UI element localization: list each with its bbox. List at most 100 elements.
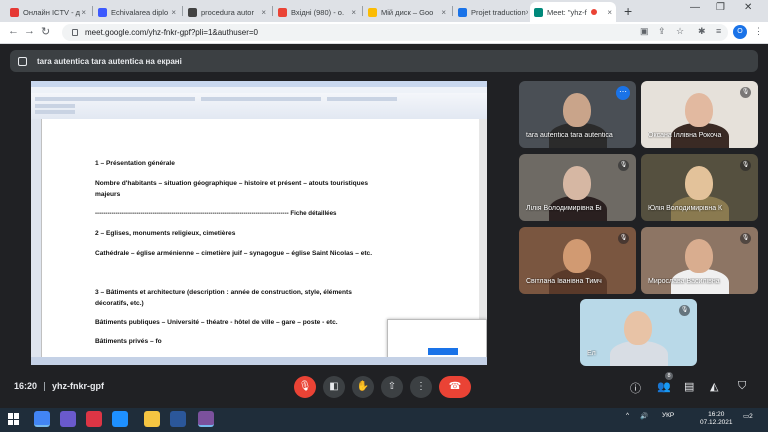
participant-tile[interactable]: Мирослава Василівна 🎙 (641, 227, 758, 294)
file-explorer-icon[interactable] (144, 411, 160, 427)
word-side-panel (31, 119, 41, 359)
tab-label: Meet: "yhz-f (547, 7, 587, 17)
participant-video (563, 166, 591, 200)
profile-avatar[interactable]: O (733, 25, 747, 39)
participant-name: Оксана Іллівна Рокоча (648, 132, 722, 139)
back-icon[interactable]: ← (8, 25, 19, 37)
doc-line: Bâtiments privés – fo (95, 338, 162, 345)
participant-tile[interactable]: Юлія Володимирівна К 🎙 (641, 154, 758, 221)
participant-name: Лілія Володимирівна Бі (526, 205, 602, 212)
more-options-icon[interactable]: ⋯ (616, 86, 630, 100)
notification-icon[interactable]: ▭2 (743, 412, 753, 420)
camera-button[interactable]: ◧ (323, 376, 345, 398)
participant-video (563, 239, 591, 273)
doc-line: Bâtiments publiques – Université – théat… (95, 319, 338, 326)
doc-line: 3 – Bâtiments et architecture (descripti… (95, 289, 352, 296)
microphone-off-button[interactable]: 🎙 (294, 376, 316, 398)
mic-muted-icon: 🎙 (740, 233, 751, 244)
participant-name: tara autentica tara autentica (526, 132, 613, 139)
browser-tab[interactable]: procedura autor × (184, 2, 270, 22)
popup-button (428, 348, 458, 355)
participant-name: Мирослава Василівна (648, 278, 720, 285)
close-icon[interactable]: × (171, 8, 176, 17)
browser-tab[interactable]: Projet traduction × (454, 2, 528, 22)
activities-icon[interactable]: ◭ (710, 380, 718, 393)
tab-label: procedura autor (201, 7, 254, 17)
star-icon[interactable]: ☆ (676, 26, 684, 37)
mic-muted-icon: 🎙 (740, 87, 751, 98)
maximize-icon[interactable]: ❐ (716, 2, 725, 13)
menu-icon[interactable]: ⋮ (754, 26, 763, 37)
meeting-details-icon[interactable]: ⓘ (630, 380, 641, 396)
participant-tile[interactable]: tara autentica tara autentica ⋯ (519, 81, 636, 148)
close-icon[interactable]: × (607, 8, 612, 17)
participant-tile[interactable]: Оксана Іллівна Рокоча 🎙 (641, 81, 758, 148)
close-icon[interactable]: × (261, 8, 266, 17)
browser-tab[interactable]: Мій диск – Goo × (364, 2, 450, 22)
browser-toolbar: ← → ↻ meet.google.com/yhz-fnkr-gpf?pli=1… (0, 22, 768, 44)
close-icon[interactable]: × (81, 8, 86, 17)
tab-label: Projet traduction (471, 7, 526, 17)
browser-tab[interactable]: Echivalarea diplo × (94, 2, 180, 22)
new-tab-button[interactable]: + (624, 3, 632, 19)
share-icon[interactable]: ⇪ (658, 26, 666, 37)
tab-favicon (98, 7, 107, 17)
recording-dot-icon (590, 9, 597, 15)
close-icon[interactable]: × (351, 8, 356, 17)
system-clock[interactable]: 16:20 07.12.2021 (700, 411, 733, 427)
participant-name: Світлана Іванівна Тимч (526, 278, 602, 285)
windows-start-icon[interactable] (8, 413, 20, 425)
tab-favicon (278, 7, 287, 17)
chat-icon[interactable]: ▤ (684, 380, 694, 393)
present-screen-button[interactable]: ⇧ (381, 376, 403, 398)
viber-taskbar-icon[interactable] (198, 411, 214, 427)
people-icon[interactable]: 👥 (657, 380, 671, 393)
present-screen-icon (18, 56, 27, 66)
clock-time: 16:20 (708, 411, 725, 418)
browser-tab-active[interactable]: Meet: "yhz-f × (530, 2, 616, 22)
more-options-button[interactable]: ⋮ (410, 376, 432, 398)
tray-chevron-icon[interactable]: ^ (626, 412, 629, 419)
close-window-icon[interactable]: ✕ (744, 2, 752, 13)
close-icon[interactable]: × (441, 8, 446, 17)
participant-tile[interactable]: Лілія Володимирівна Бі 🎙 (519, 154, 636, 221)
app-taskbar-icon[interactable] (60, 411, 76, 427)
app-taskbar-icon[interactable] (86, 411, 102, 427)
participant-name: Ел (587, 350, 596, 357)
word-taskbar-icon[interactable] (170, 411, 186, 427)
app-taskbar-icon[interactable] (112, 411, 128, 427)
tab-label: Echivalarea diplo (111, 7, 169, 17)
doc-line: Nombre d'habitants – situation géographi… (95, 180, 369, 187)
participants-count-badge: 8 (665, 372, 673, 380)
mic-muted-icon: 🎙 (740, 160, 751, 171)
participant-tile[interactable]: Ел 🎙 (580, 299, 697, 366)
doc-line: Cathédrale – église arménienne – cimetiè… (95, 250, 373, 257)
camera-permission-icon[interactable]: ▣ (640, 26, 649, 37)
address-bar[interactable]: meet.google.com/yhz-fnkr-gpf?pli=1&authu… (62, 24, 728, 41)
tab-favicon (458, 7, 467, 17)
browser-tab[interactable]: Онлайн ICTV - д × (6, 2, 90, 22)
participant-video (685, 93, 713, 127)
tab-favicon (188, 7, 197, 17)
minimize-icon[interactable]: — (690, 2, 700, 13)
close-icon[interactable]: × (526, 8, 528, 17)
mic-muted-icon: 🎙 (679, 305, 690, 316)
extensions-icon[interactable]: ✱ (698, 26, 706, 37)
chrome-taskbar-icon[interactable] (34, 411, 50, 427)
raise-hand-button[interactable]: ✋ (352, 376, 374, 398)
forward-icon[interactable]: → (24, 25, 35, 37)
tab-label: Мій диск – Goo (381, 7, 434, 17)
browser-tab[interactable]: Вхідні (980) - o. × (274, 2, 360, 22)
participant-tile[interactable]: Світлана Іванівна Тимч 🎙 (519, 227, 636, 294)
reload-icon[interactable]: ↻ (41, 25, 50, 38)
speaker-icon[interactable]: 🔊 (640, 412, 648, 420)
doc-line: décoratifs, etc.) (95, 300, 144, 307)
tab-favicon (10, 7, 19, 17)
host-controls-icon[interactable]: ⛉ (738, 380, 746, 393)
participant-video (685, 166, 713, 200)
language-indicator[interactable]: УКР (662, 412, 674, 419)
leave-call-button[interactable]: ☎ (439, 376, 471, 398)
notification-count: 2 (749, 413, 753, 420)
reading-list-icon[interactable]: ≡ (716, 26, 721, 36)
presentation-banner: tara autentica tara autentica на екрані (10, 50, 758, 72)
